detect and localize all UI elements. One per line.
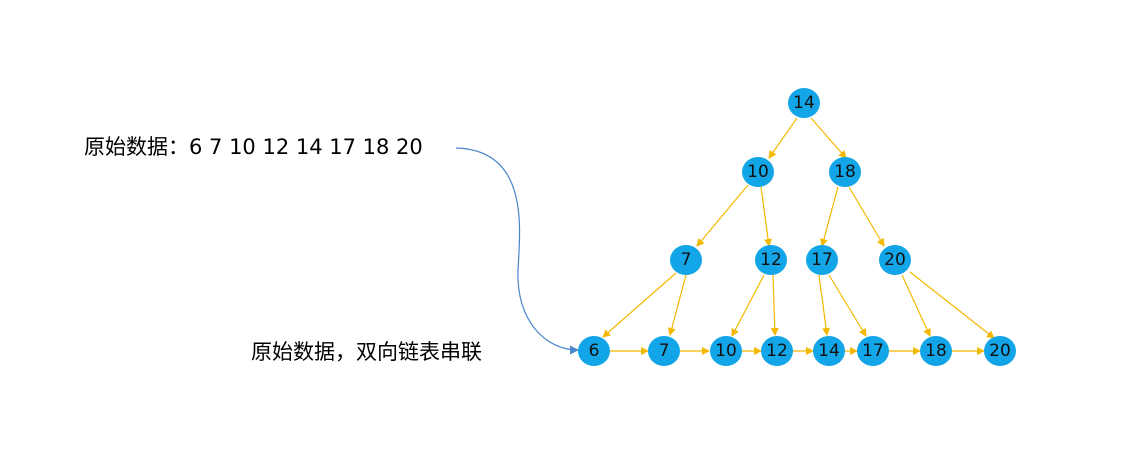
node-l2-c: 17 (806, 245, 838, 275)
list-node-7: 18 (920, 336, 952, 366)
list-node-7-label: 18 (925, 341, 947, 361)
list-node-2-label: 7 (659, 341, 670, 361)
node-l2-d-label: 20 (884, 250, 906, 270)
node-l2-c-label: 17 (811, 250, 833, 270)
edge-20-20 (909, 271, 995, 339)
edge-14-18 (810, 117, 847, 159)
raw-to-list-curve (455, 147, 579, 355)
list-node-3: 10 (710, 336, 742, 366)
edge-7-6 (602, 272, 677, 338)
node-l2-a: 7 (670, 245, 702, 275)
edge-17-14 (818, 274, 831, 336)
node-l1-left: 10 (742, 157, 774, 187)
node-l1-left-label: 10 (747, 162, 769, 182)
node-root-label: 14 (793, 93, 815, 113)
node-l2-d: 20 (879, 245, 911, 275)
list-node-4: 12 (761, 336, 793, 366)
list-node-1-label: 6 (589, 341, 600, 361)
tree-nodes: 14 10 18 7 12 17 20 (670, 88, 911, 275)
node-l2-a-label: 7 (681, 250, 692, 270)
edge-18-20 (848, 186, 885, 247)
node-l1-right-label: 18 (834, 162, 856, 182)
list-node-8-label: 20 (989, 341, 1011, 361)
edge-18-17 (819, 186, 839, 247)
edge-10-12 (760, 186, 773, 247)
list-node-6: 17 (857, 336, 889, 366)
node-l2-b-label: 12 (760, 250, 782, 270)
edge-14-10 (768, 117, 798, 159)
edge-10-7 (696, 184, 749, 247)
skiplist-diagram: 14 10 18 7 12 17 20 6 7 10 12 14 17 18 2… (455, 88, 1016, 366)
node-l2-b: 12 (755, 245, 787, 275)
node-root: 14 (788, 88, 820, 118)
edge-7-7 (667, 274, 687, 336)
list-node-5-label: 14 (818, 341, 840, 361)
list-node-1: 6 (578, 336, 610, 366)
edge-12-12 (770, 274, 779, 336)
edge-12-10 (731, 274, 765, 337)
list-node-4-label: 12 (766, 341, 788, 361)
list-node-2: 7 (648, 336, 680, 366)
list-node-3-label: 10 (715, 341, 737, 361)
list-node-8: 20 (984, 336, 1016, 366)
list-node-6-label: 17 (862, 341, 884, 361)
node-l1-right: 18 (829, 157, 861, 187)
list-node-5: 14 (813, 336, 845, 366)
edge-17-17 (828, 274, 867, 337)
skiplist-diagram-canvas: 原始数据：6 7 10 12 14 17 18 20 原始数据，双向链表串联 1… (0, 0, 1131, 470)
tree-edges (602, 117, 995, 339)
